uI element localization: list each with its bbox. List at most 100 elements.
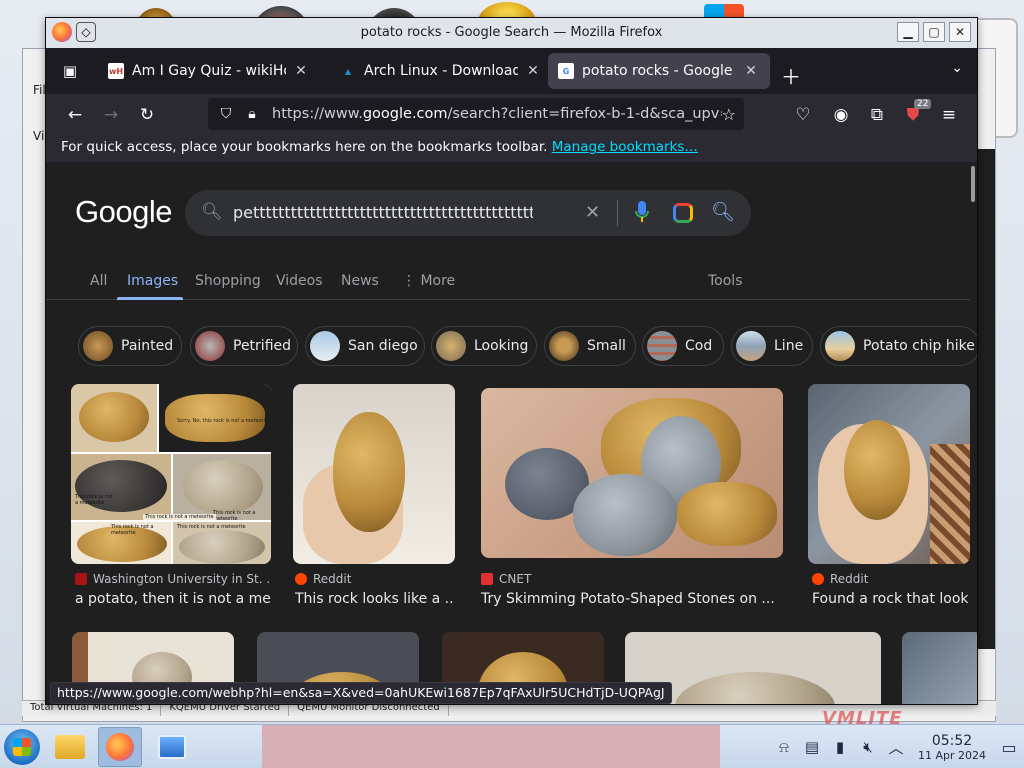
search-submit-icon[interactable]: 🔍︎: [711, 200, 735, 223]
close-tab-icon[interactable]: ✕: [742, 63, 760, 79]
clipboard-icon[interactable]: ▤: [798, 738, 826, 756]
start-button[interactable]: [4, 729, 40, 765]
chip-petrified[interactable]: Petrified: [190, 326, 298, 366]
collage-tile: This rock is not a meteorite: [71, 454, 171, 520]
notification-bell-icon[interactable]: ⍾: [770, 738, 798, 756]
chip-potato-chip-hike[interactable]: Potato chip hike: [820, 326, 977, 366]
google-lens-icon[interactable]: [673, 203, 693, 223]
close-tab-icon[interactable]: ✕: [524, 63, 542, 79]
chip-cod[interactable]: Cod: [642, 326, 724, 366]
reddit-icon: [295, 573, 307, 585]
bookmark-star-icon[interactable]: ☆: [722, 105, 736, 124]
vm-menu-file[interactable]: Fil: [33, 83, 46, 97]
forward-arrow-icon[interactable]: →: [98, 102, 124, 128]
close-tab-icon[interactable]: ✕: [292, 63, 310, 79]
result-caption[interactable]: Found a rock that look...: [812, 591, 970, 607]
result-source[interactable]: Reddit: [812, 572, 970, 586]
tab-shopping[interactable]: Shopping: [195, 273, 261, 289]
clock[interactable]: 05:52 11 Apr 2024: [910, 733, 994, 762]
chip-small[interactable]: Small: [544, 326, 636, 366]
window-titlebar[interactable]: ◇ potato rocks - Google Search — Mozilla…: [46, 18, 977, 48]
system-tray: ⍾ ▤ ▮ 🔇︎ ︿ 05:52 11 Apr 2024 ▭: [770, 725, 1024, 768]
nav-toolbar: ← → ↻ ⛉ 🔒︎ https://www.google.com/search…: [46, 94, 977, 134]
clock-date: 11 Apr 2024: [917, 748, 986, 762]
volume-muted-icon[interactable]: 🔇︎: [854, 738, 882, 756]
show-desktop-icon[interactable]: ▭: [994, 725, 1024, 768]
url-text[interactable]: https://www.google.com/search?client=fir…: [272, 106, 722, 122]
firefox-view-button[interactable]: ▣: [56, 57, 84, 85]
account-icon[interactable]: ◉: [828, 102, 854, 128]
chip-thumbnail: [825, 331, 855, 361]
collage-caption: Sorry. No, this rock is not a meteorite: [177, 418, 271, 424]
lock-icon[interactable]: 🔒︎: [242, 106, 262, 122]
close-window-button[interactable]: ✕: [949, 22, 971, 42]
vmlite-watermark: VMLITE: [822, 708, 903, 724]
blanket-pattern: [930, 444, 970, 564]
chip-painted[interactable]: Painted: [78, 326, 182, 366]
search-box[interactable]: 🔍︎ pettttttttttttttttttttttttttttttttttt…: [185, 190, 751, 236]
result-caption[interactable]: This rock looks like a ...: [295, 591, 455, 607]
tab-wikihow[interactable]: wH Am I Gay Quiz - wikiHow ✕: [98, 53, 320, 89]
tab-images[interactable]: Images: [127, 273, 178, 289]
taskbar-vm-manager[interactable]: [150, 727, 194, 767]
extension-badge: 22: [914, 99, 932, 109]
search-divider: [617, 200, 618, 226]
tab-strip: ▣ wH Am I Gay Quiz - wikiHow ✕ ▲ Arch Li…: [46, 48, 977, 94]
url-bar[interactable]: ⛉ 🔒︎ https://www.google.com/search?clien…: [208, 98, 744, 130]
tab-videos[interactable]: Videos: [276, 273, 323, 289]
window-title: potato rocks - Google Search — Mozilla F…: [360, 25, 663, 40]
link-status-bar: https://www.google.com/webhp?hl=en&sa=X&…: [50, 682, 672, 704]
result-caption[interactable]: a potato, then it is not a me...: [75, 591, 271, 607]
battery-icon[interactable]: ▮: [826, 738, 854, 756]
chip-line[interactable]: Line: [731, 326, 813, 366]
extensions-puzzle-icon[interactable]: ⧉: [864, 102, 890, 128]
page-scrollbar[interactable]: [971, 166, 975, 202]
taskbar-firefox[interactable]: [98, 727, 142, 767]
back-arrow-icon[interactable]: ←: [62, 102, 88, 128]
result-image-hand-rock[interactable]: [293, 384, 455, 564]
chip-label: Cod: [685, 338, 713, 354]
result-source[interactable]: Washington University in St. ...: [75, 572, 271, 586]
tray-expand-chevron-icon[interactable]: ︿: [882, 737, 910, 758]
chip-label: Potato chip hike: [863, 338, 975, 354]
maximize-button[interactable]: ▢: [923, 22, 945, 42]
chip-san-diego[interactable]: San diego: [305, 326, 425, 366]
tracking-shield-icon[interactable]: ⛉: [216, 106, 236, 122]
taskbar-empty-area: [262, 725, 720, 768]
ublock-icon[interactable]: ⛊ 22: [900, 99, 932, 128]
tab-news[interactable]: News: [341, 273, 379, 289]
chip-looking[interactable]: Looking: [431, 326, 537, 366]
chip-thumbnail: [647, 331, 677, 361]
result-source[interactable]: Reddit: [295, 572, 455, 586]
result-image-collage[interactable]: Sorry. No, this rock is not a meteorite …: [71, 384, 271, 564]
search-input[interactable]: petttttttttttttttttttttttttttttttttttttt…: [233, 203, 533, 222]
reload-icon[interactable]: ↻: [134, 102, 160, 128]
new-tab-button[interactable]: ＋: [781, 61, 801, 90]
chip-label: Painted: [121, 338, 174, 354]
microphone-icon[interactable]: [635, 200, 649, 224]
rock-shape: [333, 412, 405, 532]
google-logo[interactable]: Google: [75, 194, 172, 230]
taskbar-explorer[interactable]: [48, 727, 92, 767]
google-images-page: Google 🔍︎ petttttttttttttttttttttttttttt…: [46, 162, 977, 704]
pocket-icon[interactable]: ♡: [790, 102, 816, 128]
result-image-row2-5[interactable]: [902, 632, 977, 704]
result-caption[interactable]: Try Skimming Potato-Shaped Stones on ...: [481, 591, 781, 607]
tab-more[interactable]: ⋮ More: [402, 273, 455, 289]
list-all-tabs-chevron-icon[interactable]: ⌄: [951, 60, 963, 76]
manage-bookmarks-link[interactable]: Manage bookmarks…: [552, 139, 698, 155]
clear-search-icon[interactable]: ✕: [585, 202, 600, 223]
result-image-found-rock[interactable]: [808, 384, 970, 564]
result-source[interactable]: CNET: [481, 572, 781, 586]
result-image-stones[interactable]: [481, 388, 783, 558]
windows-logo-icon: [13, 738, 31, 756]
tab-label: Arch Linux - Downloads: [364, 63, 518, 79]
minimize-button[interactable]: ▁: [897, 22, 919, 42]
bookmarks-toolbar: For quick access, place your bookmarks h…: [46, 134, 977, 162]
tools-button[interactable]: Tools: [708, 273, 743, 289]
collage-caption: This rock is not a meteorite: [111, 524, 154, 536]
tab-all[interactable]: All: [90, 273, 107, 289]
tab-arch[interactable]: ▲ Arch Linux - Downloads ✕: [330, 53, 552, 89]
tab-google[interactable]: G potato rocks - Google Se ✕: [548, 53, 770, 89]
hamburger-menu-icon[interactable]: ≡: [936, 102, 962, 128]
